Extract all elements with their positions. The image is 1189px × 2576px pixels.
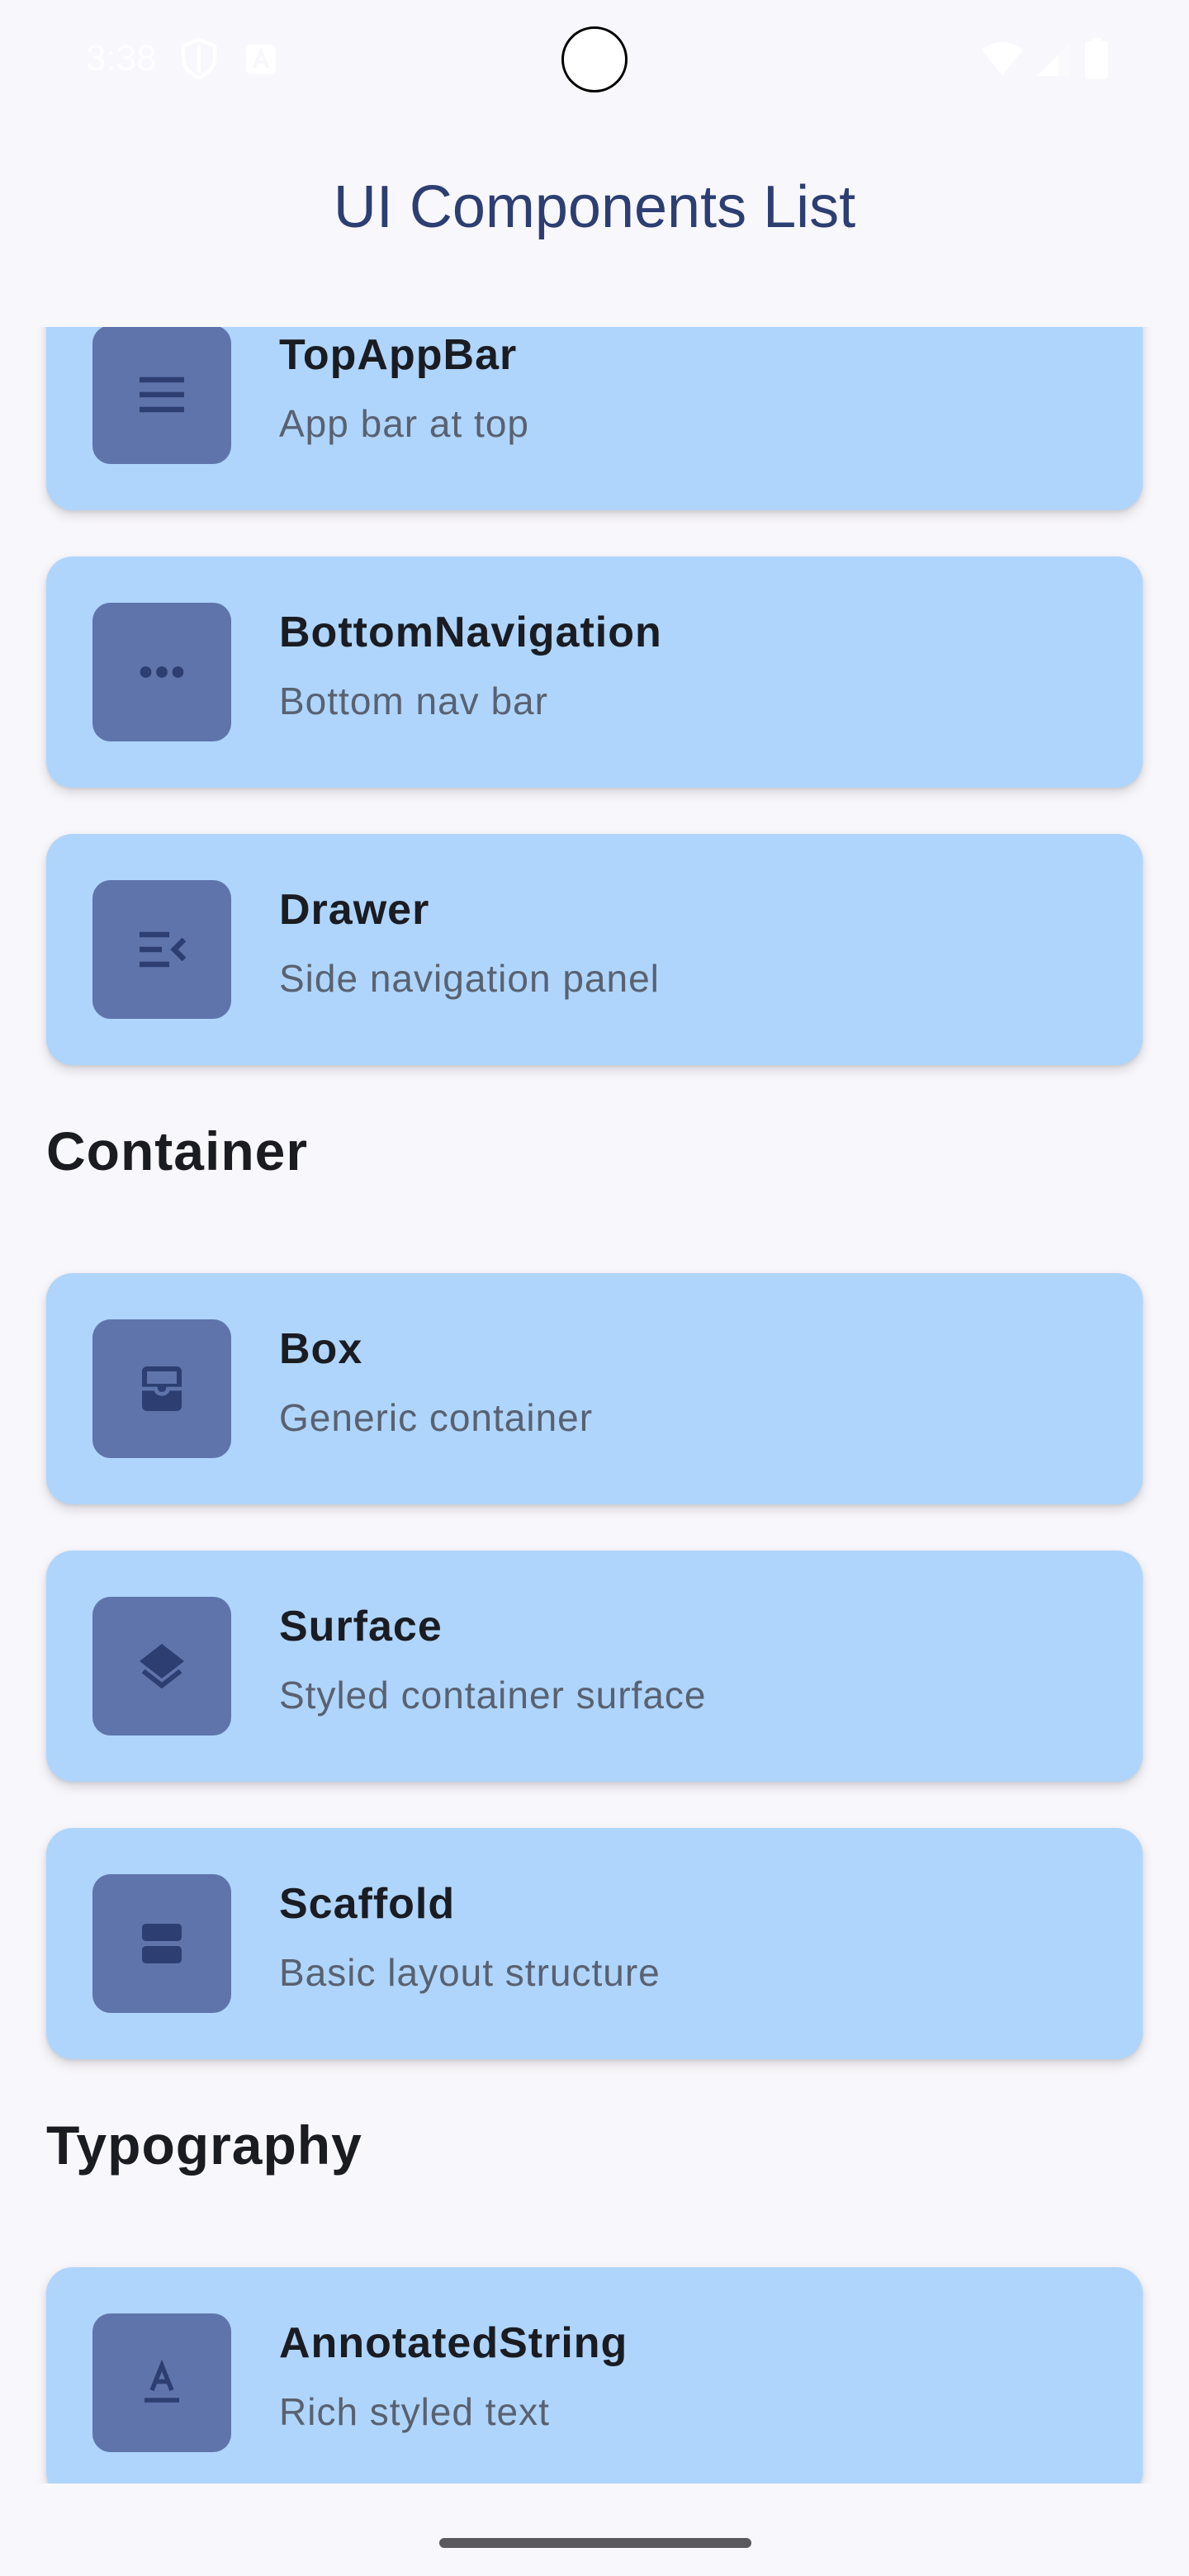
more-horiz-icon [92, 603, 231, 741]
list-item-box[interactable]: Box Generic container [46, 1273, 1143, 1504]
list-item-subtitle: Bottom nav bar [279, 680, 548, 722]
camera-cutout [561, 26, 628, 92]
text-format-icon [92, 2313, 231, 2452]
list-item-title: Scaffold [279, 1880, 456, 1928]
list-item-subtitle: Rich styled text [279, 2390, 550, 2433]
list-item-title: BottomNavigation [279, 608, 662, 656]
list-item-topappbar[interactable]: TopAppBar App bar at top [46, 327, 1143, 510]
list-item-title: Drawer [279, 886, 430, 934]
wifi-icon [982, 42, 1023, 76]
menu-open-icon [92, 880, 231, 1019]
view-agenda-icon [92, 1874, 231, 2013]
list-item-title: Box [279, 1325, 363, 1373]
list-item-surface[interactable]: Surface Styled container surface [46, 1551, 1143, 1782]
screen: 3:38 UI Components List TopAppBar App ba… [0, 0, 1189, 2576]
list-item-subtitle: Styled container surface [279, 1674, 707, 1717]
app-bar-title: UI Components List [333, 174, 856, 240]
list-item-title: Surface [279, 1603, 443, 1650]
top-app-bar: UI Components List [0, 116, 1189, 327]
layers-icon [92, 1597, 231, 1735]
inbox-icon [92, 1319, 231, 1458]
list-item-subtitle: Generic container [279, 1396, 594, 1439]
list-item-annotatedstring[interactable]: AnnotatedString Rich styled text [46, 2267, 1143, 2484]
list-item-bottomnavigation[interactable]: BottomNavigation Bottom nav bar [46, 556, 1143, 788]
notification-a-icon [246, 45, 276, 74]
list-item-title: TopAppBar [279, 331, 518, 379]
list-item-title: AnnotatedString [279, 2319, 628, 2367]
list-item-scaffold[interactable]: Scaffold Basic layout structure [46, 1828, 1143, 2059]
battery-icon [1085, 38, 1108, 79]
list-item-subtitle: App bar at top [279, 402, 529, 445]
menu-icon [92, 327, 231, 464]
gesture-navigation-bar [0, 2484, 1189, 2576]
home-gesture-handle[interactable] [439, 2538, 751, 2548]
shield-icon [181, 38, 217, 79]
components-list[interactable]: TopAppBar App bar at top BottomNavigatio… [0, 327, 1189, 2484]
status-bar: 3:38 [0, 0, 1189, 116]
list-item-subtitle: Basic layout structure [279, 1951, 661, 1994]
signal-icon [1037, 43, 1070, 76]
list-item-drawer[interactable]: Drawer Side navigation panel [46, 834, 1143, 1065]
status-time: 3:38 [86, 38, 157, 78]
section-header-typography: Typography [46, 2114, 362, 2176]
list-item-subtitle: Side navigation panel [279, 957, 660, 1000]
section-header-container: Container [46, 1120, 309, 1181]
